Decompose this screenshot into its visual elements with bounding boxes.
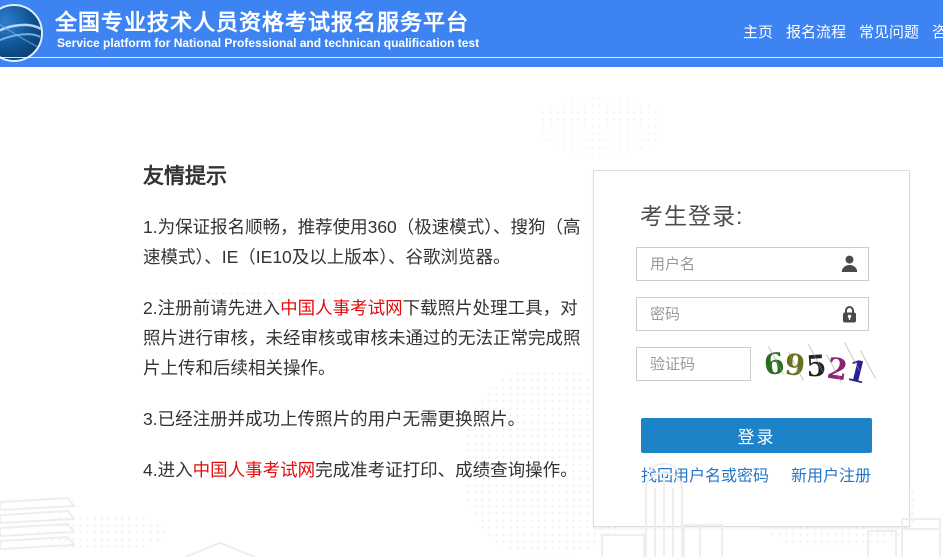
site-subtitle: Service platform for National Profession… <box>57 36 479 50</box>
nav-item-1[interactable]: 报名流程 <box>786 21 846 42</box>
tips-paragraphs: 1.为保证报名顺畅，推荐使用360（极速模式）、搜狗（高速模式）、IE（IE10… <box>143 212 581 485</box>
tip-paragraph: 3.已经注册并成功上传照片的用户无需更换照片。 <box>143 404 581 434</box>
cpta-site-link[interactable]: 中国人事考试网 <box>280 298 403 318</box>
lock-icon <box>841 305 858 323</box>
username-field-wrap <box>636 247 869 281</box>
page: 全国专业技术人员资格考试报名服务平台 Service platform for … <box>0 0 943 557</box>
person-icon <box>841 255 858 273</box>
nav-item-0[interactable]: 主页 <box>743 21 773 42</box>
forgot-credentials-link[interactable]: 找回用户名或密码 <box>641 462 769 486</box>
nav-item-2[interactable]: 常见问题 <box>859 21 919 42</box>
register-link[interactable]: 新用户注册 <box>791 462 871 486</box>
site-title: 全国专业技术人员资格考试报名服务平台 <box>55 5 469 37</box>
password-input[interactable] <box>636 297 869 331</box>
header-nav: 主页报名流程常见问题咨 <box>743 21 943 42</box>
tip-paragraph: 2.注册前请先进入中国人事考试网下载照片处理工具，对照片进行审核，未经审核或审核… <box>143 293 581 383</box>
tip-paragraph: 4.进入中国人事考试网完成准考证打印、成绩查询操作。 <box>143 455 581 485</box>
header-divider <box>0 57 943 58</box>
tip-text: 4.进入 <box>143 460 193 480</box>
nav-item-3[interactable]: 咨 <box>932 21 943 42</box>
tip-text: 3.已经注册并成功上传照片的用户无需更换照片。 <box>143 409 525 429</box>
dot-pattern-decoration <box>35 515 165 550</box>
captcha-image[interactable]: 69521 <box>758 342 878 389</box>
globe-logo-icon <box>0 3 44 63</box>
login-card: 考生登录: <box>593 170 910 527</box>
tips-section: 友情提示 1.为保证报名顺畅，推荐使用360（极速模式）、搜狗（高速模式）、IE… <box>143 160 581 506</box>
tip-paragraph: 1.为保证报名顺畅，推荐使用360（极速模式）、搜狗（高速模式）、IE（IE10… <box>143 212 581 272</box>
tip-text: 1.为保证报名顺畅，推荐使用360（极速模式）、搜狗（高速模式）、IE（IE10… <box>143 217 581 267</box>
header: 全国专业技术人员资格考试报名服务平台 Service platform for … <box>0 0 943 67</box>
tips-heading: 友情提示 <box>143 160 581 190</box>
cpta-site-link[interactable]: 中国人事考试网 <box>193 460 316 480</box>
dot-pattern-decoration <box>540 95 660 155</box>
captcha-field-wrap <box>636 347 751 381</box>
captcha-input[interactable] <box>636 347 751 381</box>
password-field-wrap <box>636 297 869 331</box>
captcha-digits: 69521 <box>764 342 870 386</box>
tip-text: 2.注册前请先进入 <box>143 298 280 318</box>
username-input[interactable] <box>636 247 869 281</box>
login-links: 找回用户名或密码 新用户注册 <box>641 462 871 486</box>
login-button[interactable]: 登录 <box>641 418 872 453</box>
login-heading: 考生登录: <box>640 197 743 231</box>
tip-text: 完成准考证打印、成绩查询操作。 <box>315 460 578 480</box>
